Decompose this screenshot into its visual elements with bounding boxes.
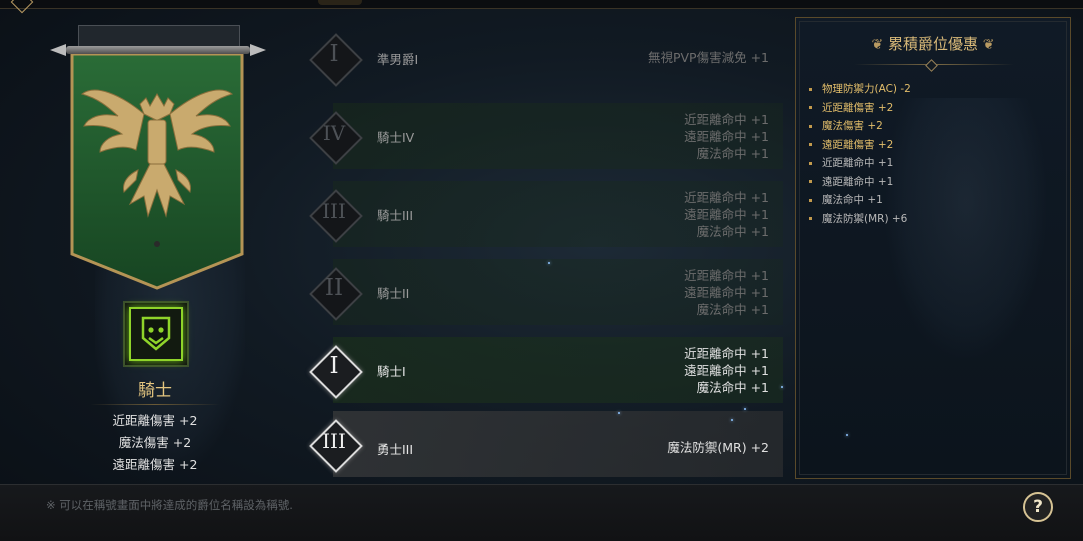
rank-title: 勇士III [377,442,414,457]
cumulative-bonus-list: 物理防禦力(AC) -2 近距離傷害 +2 魔法傷害 +2 遠距離傷害 +2 近… [809,80,911,228]
rank-effects: 近距離命中 +1 遠距離命中 +1 魔法命中 +1 [684,112,769,161]
rank-effects: 近距離命中 +1 遠距離命中 +1 魔法命中 +1 [684,190,769,239]
list-item: 魔法防禦(MR) +6 [809,210,911,229]
bonus-magic-damage: 魔法傷害 +2 [118,435,192,450]
rank-name: 騎士 [138,381,172,401]
rank-title: 騎士IV [377,130,415,145]
eagle-banner-icon [70,54,244,290]
rank-row-baronet-1[interactable]: I 準男爵I 無視PVP傷害減免 +1 [303,25,783,91]
laurel-right-icon: ❦ [982,37,995,53]
banner-rod [50,44,266,56]
rank-title: 騎士I [377,364,406,379]
shield-badge-icon [141,316,171,351]
list-item: 魔法命中 +1 [809,191,911,210]
list-item: 近距離命中 +1 [809,154,911,173]
bonus-melee-damage: 近距離傷害 +2 [112,413,198,428]
rank-numeral-diamond: III [309,419,363,473]
laurel-left-icon: ❦ [871,37,884,53]
list-item: 遠距離傷害 +2 [809,136,911,155]
footer-bar: ※ 可以在稱號畫面中將達成的爵位名稱設為稱號. [0,484,1083,541]
list-item: 近距離傷害 +2 [809,99,911,118]
list-item: 魔法傷害 +2 [809,117,911,136]
rank-badge [123,301,189,367]
help-button[interactable]: ? [1023,492,1053,522]
sparkle [618,412,620,414]
rank-effects: 魔法防禦(MR) +2 [667,440,769,455]
sparkle [548,262,550,264]
rank-numeral-diamond: III [309,189,363,243]
divider [90,404,220,405]
rank-title: 準男爵I [377,52,419,67]
rank-row-warrior-3[interactable]: III 勇士III 魔法防禦(MR) +2 [303,411,783,477]
panel-heading: ❦ 累積爵位優惠 ❦ [796,33,1070,54]
rank-effects: 近距離命中 +1 遠距離命中 +1 魔法命中 +1 [684,268,769,317]
rank-row-knight-3[interactable]: III 騎士III 近距離命中 +1 遠距離命中 +1 魔法命中 +1 [303,181,783,247]
rank-row-knight-1[interactable]: I 騎士I 近距離命中 +1 遠距離命中 +1 魔法命中 +1 [303,337,783,403]
sparkle [731,419,733,421]
cumulative-bonus-panel: ❦ 累積爵位優惠 ❦ 物理防禦力(AC) -2 近距離傷害 +2 魔法傷害 +2… [795,17,1071,479]
rank-row-knight-2[interactable]: II 騎士II 近距離命中 +1 遠距離命中 +1 魔法命中 +1 [303,259,783,325]
rank-row-knight-4[interactable]: IV 騎士IV 近距離命中 +1 遠距離命中 +1 魔法命中 +1 [303,103,783,169]
panel-title: 累積爵位優惠 [887,35,978,53]
rank-numeral-diamond: IV [309,111,363,165]
tab-indicator [318,0,362,5]
rank-summary-panel: 騎士 近距離傷害 +2 魔法傷害 +2 遠距離傷害 +2 [0,8,300,484]
rank-effects: 近距離命中 +1 遠距離命中 +1 魔法命中 +1 [684,346,769,395]
rank-numeral-diamond: I [309,345,363,399]
bonus-ranged-damage: 遠距離傷害 +2 [112,457,198,472]
rank-effects: 無視PVP傷害減免 +1 [647,50,769,65]
rank-title: 騎士III [377,208,414,223]
rank-title: 騎士II [377,286,410,301]
banner-cap [78,25,240,47]
sparkle [781,386,783,388]
rank-numeral-diamond: II [309,267,363,321]
list-item: 物理防禦力(AC) -2 [809,80,911,99]
rank-numeral-diamond: I [309,33,363,87]
list-item: 遠距離命中 +1 [809,173,911,192]
footer-note: ※ 可以在稱號畫面中將達成的爵位名稱設為稱號. [46,498,293,512]
sparkle [744,408,746,410]
sparkle [846,434,848,436]
